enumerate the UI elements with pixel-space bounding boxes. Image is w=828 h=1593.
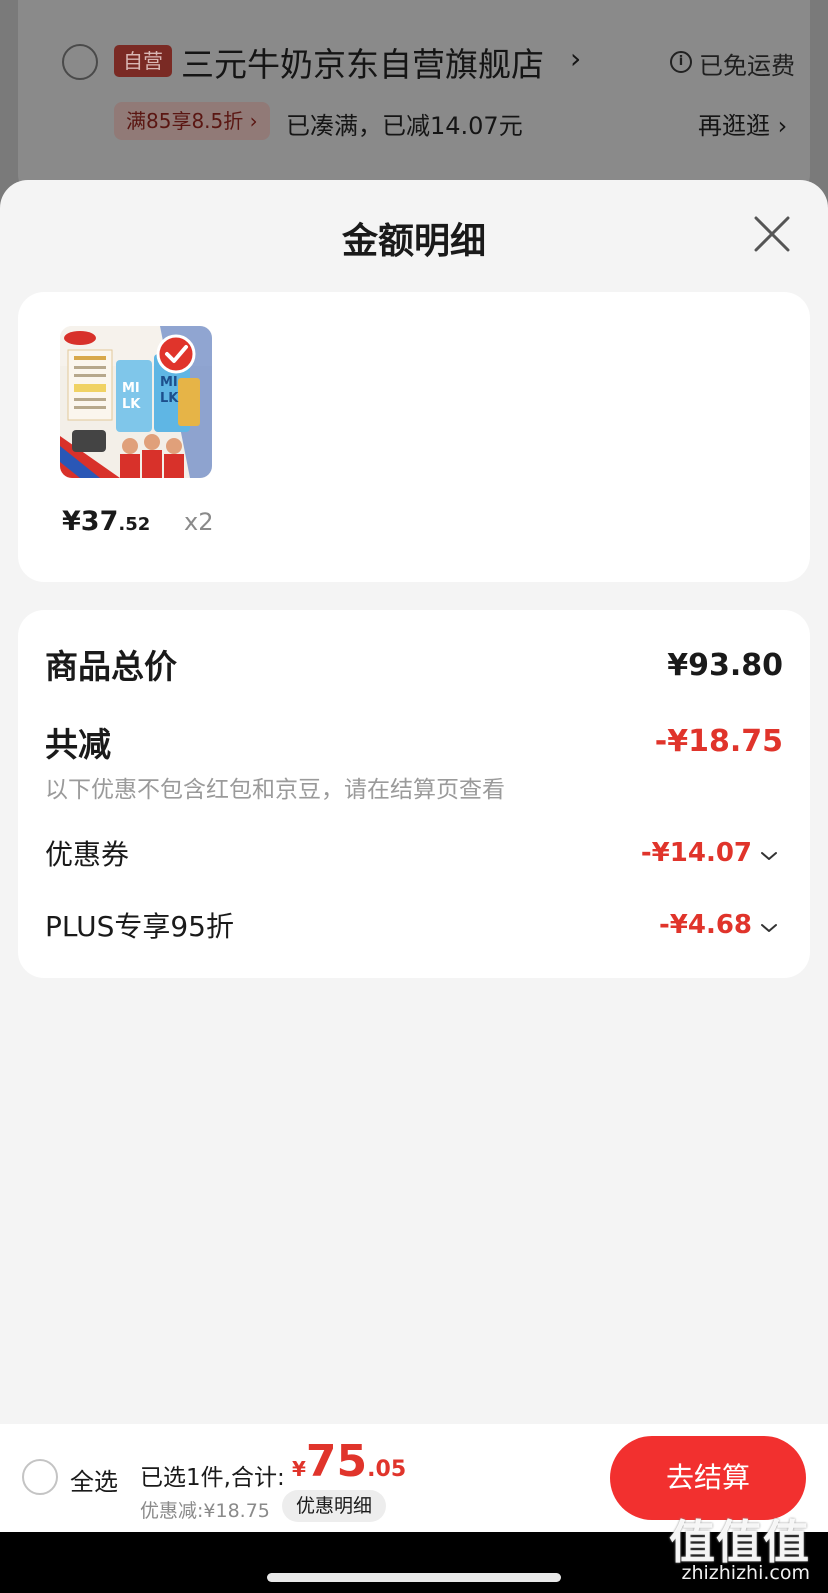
svg-text:LK: LK [122, 397, 141, 412]
select-all-radio[interactable] [22, 1459, 58, 1495]
total-price-value: ¥93.80 [667, 648, 783, 683]
product-thumbnail[interactable]: MI LK MI LK [60, 326, 212, 478]
watermark-url: zhizhizhi.com [681, 1562, 810, 1584]
shop-more-link[interactable]: 再逛逛 › [698, 106, 787, 141]
store-select-radio[interactable] [62, 44, 98, 80]
svg-text:MI: MI [122, 381, 140, 396]
free-shipping-label: 已免运费 [699, 52, 795, 80]
grand-total-currency: ¥ [292, 1457, 306, 1481]
select-all-label[interactable]: 全选 [70, 1462, 118, 1497]
product-price: ¥37.52 [62, 506, 150, 537]
amount-detail-sheet: 金额明细 MI LK MI LK ¥37.52 x2 商品总价 ¥93.80 共… [0, 180, 828, 1424]
svg-text:LK: LK [160, 391, 179, 406]
discount-note: 以下优惠不包含红包和京豆，请在结算页查看 [45, 777, 505, 803]
promo-tag[interactable]: 满85享8.5折 › [114, 102, 270, 140]
product-card: MI LK MI LK ¥37.52 x2 [18, 292, 810, 582]
self-operated-badge: 自营 [114, 45, 172, 77]
product-price-dec: .52 [118, 514, 151, 535]
plus-discount-value[interactable]: -¥4.68 [659, 910, 752, 940]
product-quantity: x2 [184, 508, 214, 536]
chevron-down-icon[interactable] [760, 850, 778, 862]
home-indicator[interactable] [267, 1573, 561, 1582]
total-reduction-value: -¥18.75 [654, 724, 783, 759]
amount-summary-card: 商品总价 ¥93.80 共减 -¥18.75 以下优惠不包含红包和京豆，请在结算… [18, 610, 810, 978]
selected-count-text: 已选1件,合计: [140, 1465, 285, 1491]
page: 自营 三元牛奶京东自营旗舰店 › i 已免运费 满85享8.5折 › 已凑满，已… [0, 0, 828, 1593]
total-reduction-label: 共减 [45, 725, 111, 764]
discount-detail-button[interactable]: 优惠明细 [282, 1490, 387, 1522]
grand-total-int: 75 [305, 1436, 368, 1487]
total-price-label: 商品总价 [45, 647, 177, 686]
grand-total: ¥75.05 [292, 1436, 406, 1487]
product-price-int: ¥37 [62, 506, 119, 537]
plus-discount-label[interactable]: PLUS专享95折 [45, 905, 234, 945]
store-name[interactable]: 三元牛奶京东自营旗舰店 [181, 38, 544, 86]
coupon-value[interactable]: -¥14.07 [641, 838, 752, 868]
store-header-card: 自营 三元牛奶京东自营旗舰店 › i 已免运费 满85享8.5折 › 已凑满，已… [18, 0, 810, 200]
grand-total-dec: .05 [367, 1457, 407, 1482]
coupon-label[interactable]: 优惠券 [45, 833, 129, 873]
svg-text:MI: MI [160, 375, 178, 390]
store-chevron-icon[interactable]: › [570, 42, 581, 75]
info-icon[interactable]: i [670, 51, 692, 73]
chevron-down-icon[interactable] [760, 922, 778, 934]
discount-amount-text: 优惠减:¥18.75 [140, 1500, 270, 1522]
promo-status: 已凑满，已减14.07元 [286, 112, 523, 140]
sheet-title: 金额明细 [341, 221, 486, 262]
close-icon[interactable] [752, 214, 792, 254]
